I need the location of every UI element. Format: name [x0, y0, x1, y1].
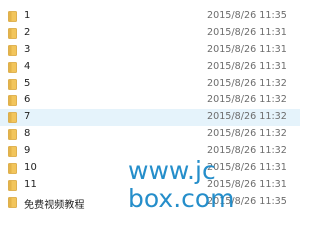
file-row[interactable]: 4 2015/8/26 11:31: [0, 59, 300, 76]
file-explorer-view: 1 2015/8/26 11:35 2 2015/8/26 11:31 3 2015/…: [0, 0, 300, 216]
file-modified-date: 2015/8/26 11:32: [207, 111, 287, 123]
folder-icon: [8, 78, 17, 90]
file-row[interactable]: 7 2015/8/26 11:32: [0, 109, 300, 127]
file-list: 1 2015/8/26 11:35 2 2015/8/26 11:31 3 2015/…: [0, 8, 300, 211]
file-modified-date: 2015/8/26 11:35: [207, 195, 287, 207]
file-row[interactable]: 10 2015/8/26 11:31: [0, 160, 300, 177]
file-name: 2: [24, 26, 31, 38]
file-row[interactable]: 免费视频教程 2015/8/26 11:35: [0, 194, 300, 211]
folder-icon: [8, 11, 17, 22]
folder-icon: [8, 61, 17, 73]
file-modified-date: 2015/8/26 11:31: [207, 43, 287, 55]
file-name: 1: [24, 10, 31, 21]
folder-icon: [8, 129, 17, 141]
file-name: 11: [24, 178, 37, 190]
folder-icon: [8, 163, 17, 174]
folder-icon: [8, 112, 17, 124]
file-row[interactable]: 5 2015/8/26 11:32: [0, 76, 300, 93]
file-name: 3: [24, 43, 31, 55]
folder-icon: [8, 180, 17, 191]
folder-icon: [8, 95, 17, 107]
file-modified-date: 2015/8/26 11:32: [207, 94, 287, 106]
file-name: 6: [24, 94, 31, 106]
file-modified-date: 2015/8/26 11:32: [207, 145, 287, 157]
file-row[interactable]: 2 2015/8/26 11:31: [0, 25, 300, 42]
file-name: 9: [24, 145, 31, 157]
file-row[interactable]: 11 2015/8/26 11:31: [0, 177, 300, 194]
file-row[interactable]: 6 2015/8/26 11:32: [0, 92, 300, 109]
file-modified-date: 2015/8/26 11:31: [207, 60, 287, 72]
folder-icon: [8, 27, 17, 39]
file-row[interactable]: 9 2015/8/26 11:32: [0, 143, 300, 160]
file-row[interactable]: 8 2015/8/26 11:32: [0, 126, 300, 143]
file-modified-date: 2015/8/26 11:32: [207, 128, 287, 140]
file-name: 4: [24, 60, 31, 72]
file-modified-date: 2015/8/26 11:31: [207, 26, 287, 38]
file-modified-date: 2015/8/26 11:31: [207, 178, 287, 190]
folder-icon: [8, 196, 17, 208]
file-modified-date: 2015/8/26 11:32: [207, 77, 287, 89]
file-name: 免费视频教程: [24, 199, 85, 211]
file-row[interactable]: 3 2015/8/26 11:31: [0, 42, 300, 59]
file-name: 7: [24, 111, 31, 123]
file-name: 10: [24, 162, 37, 174]
file-row[interactable]: 1 2015/8/26 11:35: [0, 8, 300, 25]
file-name: 8: [24, 128, 31, 140]
folder-icon: [8, 44, 17, 56]
folder-icon: [8, 146, 17, 158]
file-name: 5: [24, 77, 31, 89]
file-modified-date: 2015/8/26 11:35: [207, 10, 287, 21]
file-modified-date: 2015/8/26 11:31: [207, 162, 287, 174]
